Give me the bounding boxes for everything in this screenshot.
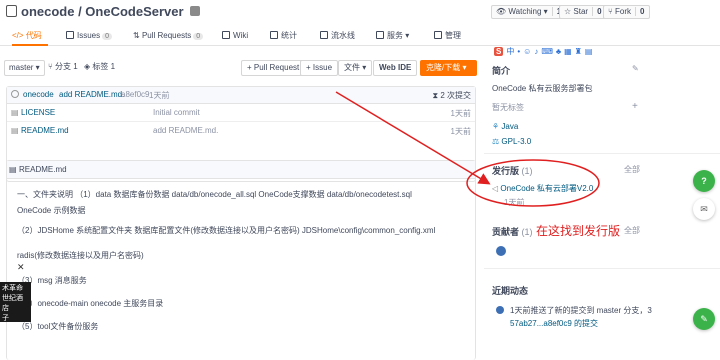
help-button[interactable]: ?: [693, 170, 715, 192]
feedback-icon[interactable]: ✉: [693, 198, 715, 220]
annotation-overlay: [335, 91, 600, 207]
chat-icon[interactable]: ✎: [693, 308, 715, 330]
annotation-arrow: [335, 91, 491, 185]
